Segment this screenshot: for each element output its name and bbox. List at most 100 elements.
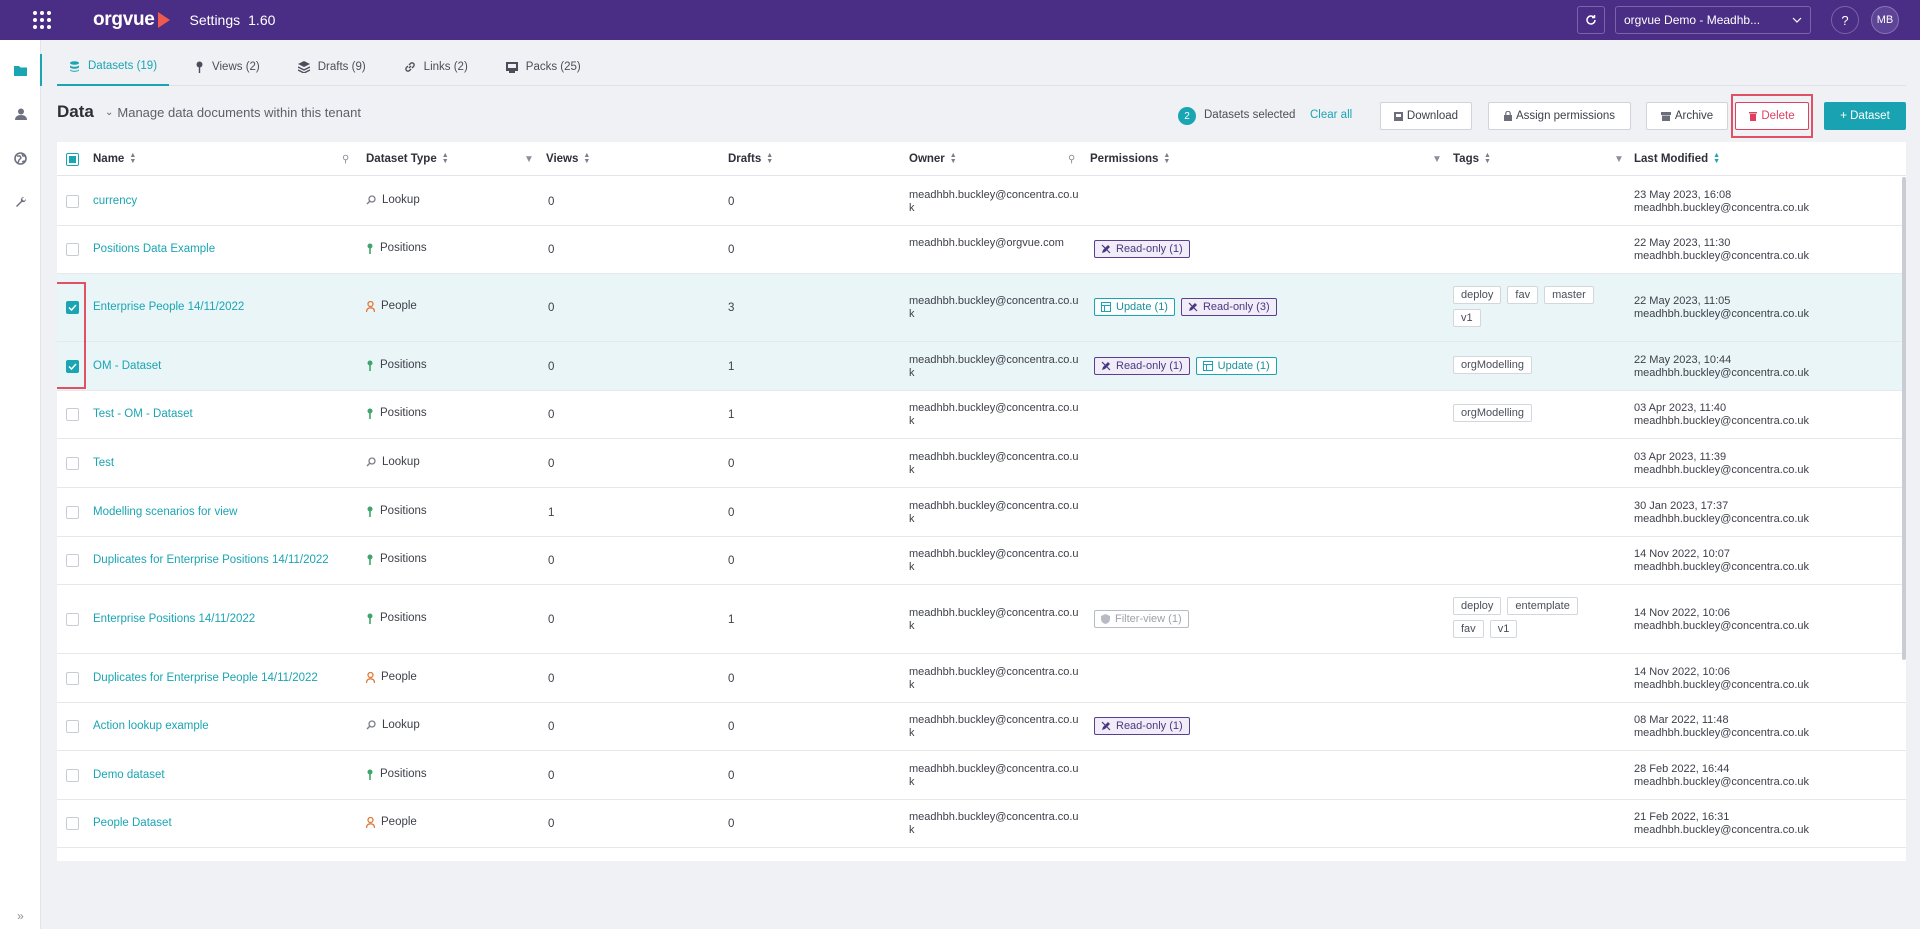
dataset-name-link[interactable]: Action lookup example (93, 720, 209, 732)
dataset-name-link[interactable]: Enterprise Positions 14/11/2022 (93, 613, 255, 625)
tag-chip[interactable]: master (1544, 286, 1594, 304)
clear-all-link[interactable]: Clear all (1310, 109, 1352, 121)
dataset-name-link[interactable]: OM - Dataset (93, 360, 161, 372)
last-modified: 14 Nov 2022, 10:06 meadhbh.buckley@conce… (1634, 666, 1809, 692)
app-launcher-icon[interactable] (21, 0, 63, 40)
tag-chip[interactable]: v1 (1489, 620, 1518, 638)
col-drafts[interactable]: Drafts ▲ ▼ (728, 142, 773, 176)
col-views[interactable]: Views ▲ ▼ (546, 142, 590, 176)
dataset-name-link[interactable]: Enterprise People 14/11/2022 (93, 301, 244, 313)
table-row[interactable]: Enterprise Positions 14/11/2022 Position… (57, 585, 1906, 654)
row-checkbox[interactable] (66, 243, 79, 256)
col-type[interactable]: Dataset Type ▲ ▼ (366, 142, 449, 176)
table-row[interactable]: Positions Data Example Positions 0 0 mea… (57, 226, 1906, 274)
filter-icon[interactable]: ▼ (1614, 154, 1624, 165)
tag-chip[interactable]: entemplate (1507, 597, 1578, 615)
table-header: Name ▲ ▼ ⚲ Dataset Type ▲ ▼ ▼ Views ▲ ▼ Dra… (57, 142, 1906, 176)
dataset-name-link[interactable]: People Dataset (93, 817, 172, 829)
assign-permissions-button[interactable]: Assign permissions (1488, 102, 1631, 130)
modified-date: 30 Jan 2023, 17:37 (1634, 500, 1729, 512)
download-button[interactable]: Download (1380, 102, 1472, 130)
dataset-name-link[interactable]: Duplicates for Enterprise People 14/11/2… (93, 672, 318, 684)
table-row[interactable]: OM - Dataset Positions 0 1 meadhbh.buckl… (57, 342, 1906, 391)
row-checkbox[interactable] (66, 720, 79, 733)
col-name[interactable]: Name ▲ ▼ (93, 142, 136, 176)
row-checkbox[interactable] (66, 457, 79, 470)
tag-chip[interactable]: v1 (1453, 309, 1481, 327)
table-row[interactable]: People Dataset People 0 0 meadhbh.buckle… (57, 800, 1906, 848)
col-owner[interactable]: Owner ▲ ▼ (909, 142, 957, 176)
filter-icon[interactable]: ▼ (1432, 154, 1442, 165)
archive-button[interactable]: Archive (1646, 102, 1728, 130)
permission-badge[interactable]: Filter-view (1) (1094, 610, 1189, 628)
tab-datasets[interactable]: Datasets (19) (57, 48, 170, 86)
help-button[interactable]: ? (1831, 6, 1859, 34)
rail-tools[interactable] (0, 180, 41, 224)
tag-chip[interactable]: fav (1453, 620, 1484, 638)
permission-badge[interactable]: Update (1) (1195, 357, 1277, 375)
row-checkbox[interactable] (66, 506, 79, 519)
row-checkbox[interactable] (66, 408, 79, 421)
table-row[interactable]: Enterprise People 14/11/2022 People 0 3 … (57, 274, 1906, 342)
expand-rail-icon[interactable]: » (0, 909, 41, 923)
user-avatar[interactable]: MB (1871, 6, 1899, 34)
rail-data-folder[interactable] (0, 48, 42, 92)
table-row[interactable]: Duplicates for Enterprise People 14/11/2… (57, 654, 1906, 703)
rail-users[interactable] (0, 92, 41, 136)
table-row[interactable]: Modelling scenarios for view Positions 1… (57, 488, 1906, 537)
search-icon[interactable]: ⚲ (342, 154, 349, 165)
vertical-scrollbar[interactable] (1902, 177, 1906, 660)
row-checkbox[interactable] (66, 769, 79, 782)
tab-views[interactable]: Views (2) (183, 48, 272, 86)
dataset-name-link[interactable]: Test (93, 457, 114, 469)
dataset-name-link[interactable]: Duplicates for Enterprise Positions 14/1… (93, 554, 329, 566)
rail-globe[interactable] (0, 136, 41, 180)
delete-button[interactable]: Delete (1735, 102, 1809, 130)
permission-badge[interactable]: Read-only (1) (1094, 240, 1190, 258)
add-dataset-button[interactable]: + Dataset (1824, 102, 1906, 130)
owner-email: meadhbh.buckley@concentra.co.uk (909, 811, 1079, 836)
tag-chip[interactable]: orgModelling (1453, 356, 1532, 374)
col-tags[interactable]: Tags ▲ ▼ (1453, 142, 1491, 176)
row-checkbox[interactable] (66, 817, 79, 830)
dataset-name-link[interactable]: Demo dataset (93, 769, 165, 781)
drafts-count: 0 (728, 673, 735, 685)
permission-badge[interactable]: Read-only (1) (1094, 357, 1190, 375)
refresh-button[interactable] (1577, 6, 1605, 34)
tab-links[interactable]: Links (2) (392, 48, 480, 86)
table-row[interactable]: Test Lookup 0 0 meadhbh.buckley@concentr… (57, 439, 1906, 488)
tab-drafts[interactable]: Drafts (9) (286, 48, 378, 86)
table-row[interactable]: Action lookup example Lookup 0 0 meadhbh… (57, 703, 1906, 751)
tag-chip[interactable]: deploy (1453, 286, 1502, 304)
page-subtitle-toggle[interactable]: ⌄ Manage data documents within this tena… (105, 105, 361, 120)
dataset-name-link[interactable]: Test - OM - Dataset (93, 408, 193, 420)
col-permissions[interactable]: Permissions ▲ ▼ (1090, 142, 1170, 176)
dataset-name-link[interactable]: Modelling scenarios for view (93, 506, 237, 518)
orgvue-logo[interactable]: orgvue (93, 9, 170, 31)
col-modified-label: Last Modified (1634, 153, 1709, 165)
row-checkbox[interactable] (66, 195, 79, 208)
search-icon[interactable]: ⚲ (1068, 154, 1075, 165)
table-row[interactable]: Demo dataset Positions 0 0 meadhbh.buckl… (57, 751, 1906, 800)
tag-chip[interactable]: fav (1507, 286, 1539, 304)
top-bar: orgvue Settings 1.60 orgvue Demo - Meadh… (0, 0, 1920, 40)
table-row[interactable]: Test - OM - Dataset Positions 0 1 meadhb… (57, 391, 1906, 439)
table-row[interactable]: currency Lookup 0 0 meadhbh.buckley@conc… (57, 177, 1906, 226)
filter-icon[interactable]: ▼ (524, 154, 534, 165)
row-checkbox[interactable] (66, 672, 79, 685)
people-icon (366, 671, 375, 683)
dataset-name-link[interactable]: Positions Data Example (93, 243, 215, 255)
tenant-selector[interactable]: orgvue Demo - Meadhb... (1615, 6, 1811, 34)
col-modified[interactable]: Last Modified ▲ ▼ (1634, 142, 1720, 176)
tag-chip[interactable]: deploy (1453, 597, 1502, 615)
row-checkbox[interactable] (66, 613, 79, 626)
row-checkbox[interactable] (66, 554, 79, 567)
table-row[interactable]: Duplicates for Enterprise Positions 14/1… (57, 537, 1906, 585)
permission-badge[interactable]: Read-only (1) (1094, 717, 1190, 735)
tag-chip[interactable]: orgModelling (1453, 404, 1532, 422)
permission-badge[interactable]: Read-only (3) (1180, 298, 1277, 316)
dataset-name-link[interactable]: currency (93, 195, 137, 207)
tab-packs[interactable]: Packs (25) (494, 48, 593, 86)
permission-badge[interactable]: Update (1) (1094, 298, 1175, 316)
select-all-checkbox[interactable] (66, 152, 79, 166)
